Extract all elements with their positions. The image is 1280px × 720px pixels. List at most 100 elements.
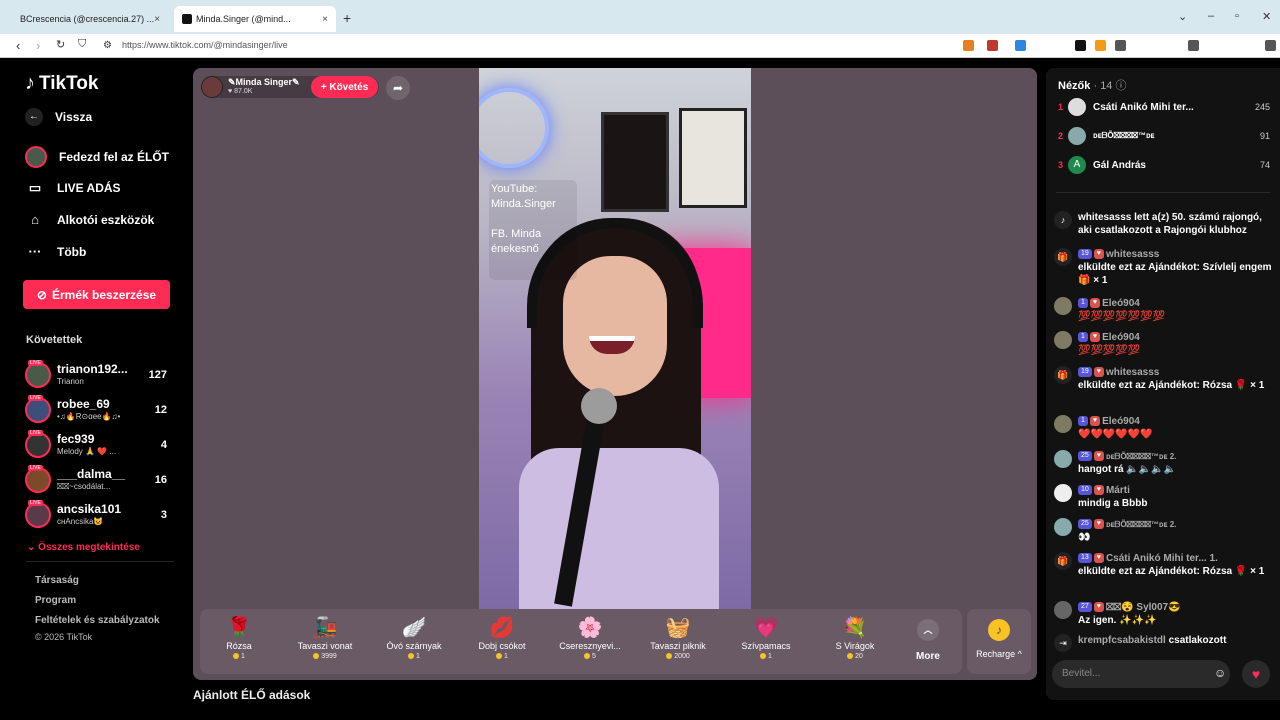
arrow-left-icon: ← bbox=[25, 108, 43, 126]
gift-price: 5 bbox=[555, 653, 625, 660]
maximize-icon[interactable]: ▫ bbox=[1235, 10, 1239, 22]
copyright: © 2026 TikTok bbox=[35, 632, 93, 642]
close-tab-icon[interactable]: × bbox=[322, 14, 328, 25]
new-tab-button[interactable]: + bbox=[343, 10, 351, 26]
top-viewer[interactable]: 2 ᴅᴇᗷÕ⛝⛝⛝⛝™ᴅᴇ 91 bbox=[1058, 127, 1270, 147]
message-user[interactable]: krempfcsabakistdl bbox=[1078, 635, 1166, 646]
message-user[interactable]: ⛝⛝😵 Syl007😎 bbox=[1106, 602, 1181, 613]
gift-item[interactable]: 💋 Dobj csókot 1 bbox=[467, 615, 537, 660]
extension-icon[interactable] bbox=[1015, 40, 1026, 51]
live-badge: LIVE bbox=[28, 465, 43, 471]
gift-icon: 🎁 bbox=[1054, 248, 1072, 266]
extension-icon[interactable] bbox=[1075, 40, 1086, 51]
top-viewer[interactable]: 1 Csáti Anikó Mihi ter... 245 bbox=[1058, 98, 1270, 118]
gift-item[interactable]: 💗 Szívpamacs 1 bbox=[731, 615, 801, 660]
recharge-button[interactable]: ♪ Recharge ^ bbox=[967, 609, 1031, 674]
gift-item[interactable]: 🌸 Cseresznyevi... 5 bbox=[555, 615, 625, 660]
message-user[interactable]: ᴅᴇᗷÕ⛝⛝⛝⛝™ᴅᴇ 2. bbox=[1106, 520, 1176, 529]
host-avatar[interactable] bbox=[201, 76, 223, 98]
message-user[interactable]: whitesasss bbox=[1106, 249, 1159, 260]
gift-item[interactable]: 🧺 Tavaszi piknik 2000 bbox=[643, 615, 713, 660]
camera-icon: ▭ bbox=[28, 180, 42, 195]
close-window-icon[interactable]: ✕ bbox=[1262, 10, 1271, 23]
browser-tab-2[interactable]: Minda.Singer (@mind... × bbox=[174, 6, 336, 32]
browser-tab-1[interactable]: BCrescencia (@crescencia.27) ... × bbox=[8, 6, 168, 32]
more-gifts-button[interactable]: ︿ More bbox=[908, 619, 948, 662]
gift-bar: 🌹 Rózsa 1 🚂 Tavaszi vonat 3999 🪽 Óvó szárnyak… bbox=[200, 609, 962, 674]
puzzle-icon[interactable] bbox=[1115, 40, 1126, 51]
message-user[interactable]: Márti bbox=[1106, 485, 1130, 496]
avatar bbox=[1054, 601, 1072, 619]
menu-icon[interactable] bbox=[1265, 40, 1276, 51]
gift-price-value: 20 bbox=[855, 653, 863, 660]
following-item[interactable]: LIVE ___dalma__ ⛝⛝~csodálat... 16 bbox=[25, 465, 170, 495]
tab-list-icon[interactable]: ⌄ bbox=[1178, 10, 1187, 23]
wall-frame bbox=[601, 112, 669, 212]
gift-name: S Virágok bbox=[835, 641, 875, 651]
gift-item[interactable]: 🪽 Óvó szárnyak 1 bbox=[379, 615, 449, 660]
follow-button[interactable]: + Követés bbox=[311, 76, 378, 98]
gift-price: 20 bbox=[820, 653, 890, 660]
minimize-icon[interactable]: – bbox=[1208, 10, 1214, 22]
following-name: ___dalma__ bbox=[57, 467, 126, 481]
live-video[interactable]: YouTube: Minda.Singer FB. Minda énekesnő bbox=[479, 68, 751, 609]
top-viewer[interactable]: 3 A Gál András 74 bbox=[1058, 156, 1270, 176]
tiktok-logo[interactable]: ♪ TikTok bbox=[25, 72, 98, 95]
avatar bbox=[1054, 297, 1072, 315]
coin-icon bbox=[408, 653, 415, 660]
coin-icon bbox=[760, 653, 767, 660]
sidebar-icon[interactable] bbox=[1188, 40, 1199, 51]
like-heart-icon[interactable]: ♥ bbox=[1242, 660, 1270, 688]
viewer-rank: 1 bbox=[1058, 102, 1064, 112]
message-user[interactable]: Csáti Anikó Mihi ter... 1. bbox=[1106, 553, 1218, 564]
gift-item[interactable]: 🌹 Rózsa 1 bbox=[204, 615, 274, 660]
gift-item[interactable]: 🚂 Tavaszi vonat 3999 bbox=[290, 615, 360, 660]
sidebar-item-explore-live[interactable]: Fedezd fel az ÉLŐT bbox=[25, 146, 169, 168]
message-user[interactable]: ᴅᴇᗷÕ⛝⛝⛝⛝™ᴅᴇ 2. bbox=[1106, 452, 1176, 461]
back-icon[interactable]: ‹ bbox=[16, 38, 20, 53]
reload-icon[interactable]: ↻ bbox=[56, 38, 65, 51]
extension-icon[interactable] bbox=[1095, 40, 1106, 51]
sidebar-item-label: Alkotói eszközök bbox=[57, 212, 155, 227]
get-coins-button[interactable]: ⊘ Érmék beszerzése bbox=[23, 280, 170, 309]
gift-icon: 🌹 bbox=[226, 617, 252, 639]
following-item[interactable]: LIVE fec939 Melody 🙏 ❤️ ... 4 bbox=[25, 430, 170, 460]
sidebar-item-creator-tools[interactable]: ⌂ Alkotói eszközök bbox=[25, 212, 154, 227]
message-user[interactable]: Eleó904 bbox=[1102, 332, 1140, 343]
brave-shield-icon[interactable] bbox=[963, 40, 974, 51]
sidebar-item-more[interactable]: ··· Több bbox=[25, 244, 87, 259]
share-icon[interactable]: ➦ bbox=[386, 76, 410, 100]
following-item[interactable]: LIVE robee_69 •♫🔥R⊙ɑee🔥♫• 12 bbox=[25, 395, 170, 425]
message-user[interactable]: Eleó904 bbox=[1102, 416, 1140, 427]
gift-icon: 🌸 bbox=[577, 617, 603, 639]
viewers-count: · 14 bbox=[1093, 80, 1113, 92]
footer-terms-link[interactable]: Feltételek és szabályzatok bbox=[35, 615, 160, 626]
message-user[interactable]: Eleó904 bbox=[1102, 298, 1140, 309]
chat-input[interactable]: Bevitel... bbox=[1052, 660, 1230, 688]
gift-item[interactable]: 💐 S Virágok 20 bbox=[820, 615, 890, 660]
fan-badge: ♥ bbox=[1093, 485, 1104, 496]
following-item[interactable]: LIVE trianon192... Trianon 127 bbox=[25, 360, 170, 390]
sidebar-item-live-studio[interactable]: ▭ LIVE ADÁS bbox=[25, 180, 121, 196]
see-all-link[interactable]: ⌄ Összes megtekintése bbox=[27, 542, 140, 553]
bookmark-icon[interactable]: ⛉ bbox=[78, 38, 86, 51]
following-name: robee_69 bbox=[57, 397, 110, 411]
url-field[interactable]: https://www.tiktok.com/@mindasinger/live bbox=[122, 40, 288, 50]
back-button[interactable]: ← Vissza bbox=[25, 108, 92, 126]
gift-icon: 💋 bbox=[489, 617, 515, 639]
coin-icon bbox=[847, 653, 854, 660]
site-settings-icon[interactable]: ⚙ bbox=[103, 40, 112, 51]
emoji-icon[interactable]: ☺ bbox=[1214, 666, 1226, 680]
info-icon[interactable]: ⓘ bbox=[1116, 80, 1127, 92]
rewards-icon[interactable] bbox=[987, 40, 998, 51]
viewer-score: 245 bbox=[1254, 102, 1270, 112]
footer-program-link[interactable]: Program bbox=[35, 595, 76, 606]
close-tab-icon[interactable]: × bbox=[154, 14, 160, 25]
message-user[interactable]: whitesasss bbox=[1106, 367, 1159, 378]
forward-icon[interactable]: › bbox=[36, 38, 40, 53]
level-badge: 25 bbox=[1078, 451, 1092, 462]
tiktok-note-icon: ♪ bbox=[25, 72, 35, 94]
fan-badge: ♥ bbox=[1089, 416, 1101, 427]
following-item[interactable]: LIVE ancsika101 cнAncsika😺 3 bbox=[25, 500, 170, 530]
footer-company-link[interactable]: Társaság bbox=[35, 575, 79, 586]
